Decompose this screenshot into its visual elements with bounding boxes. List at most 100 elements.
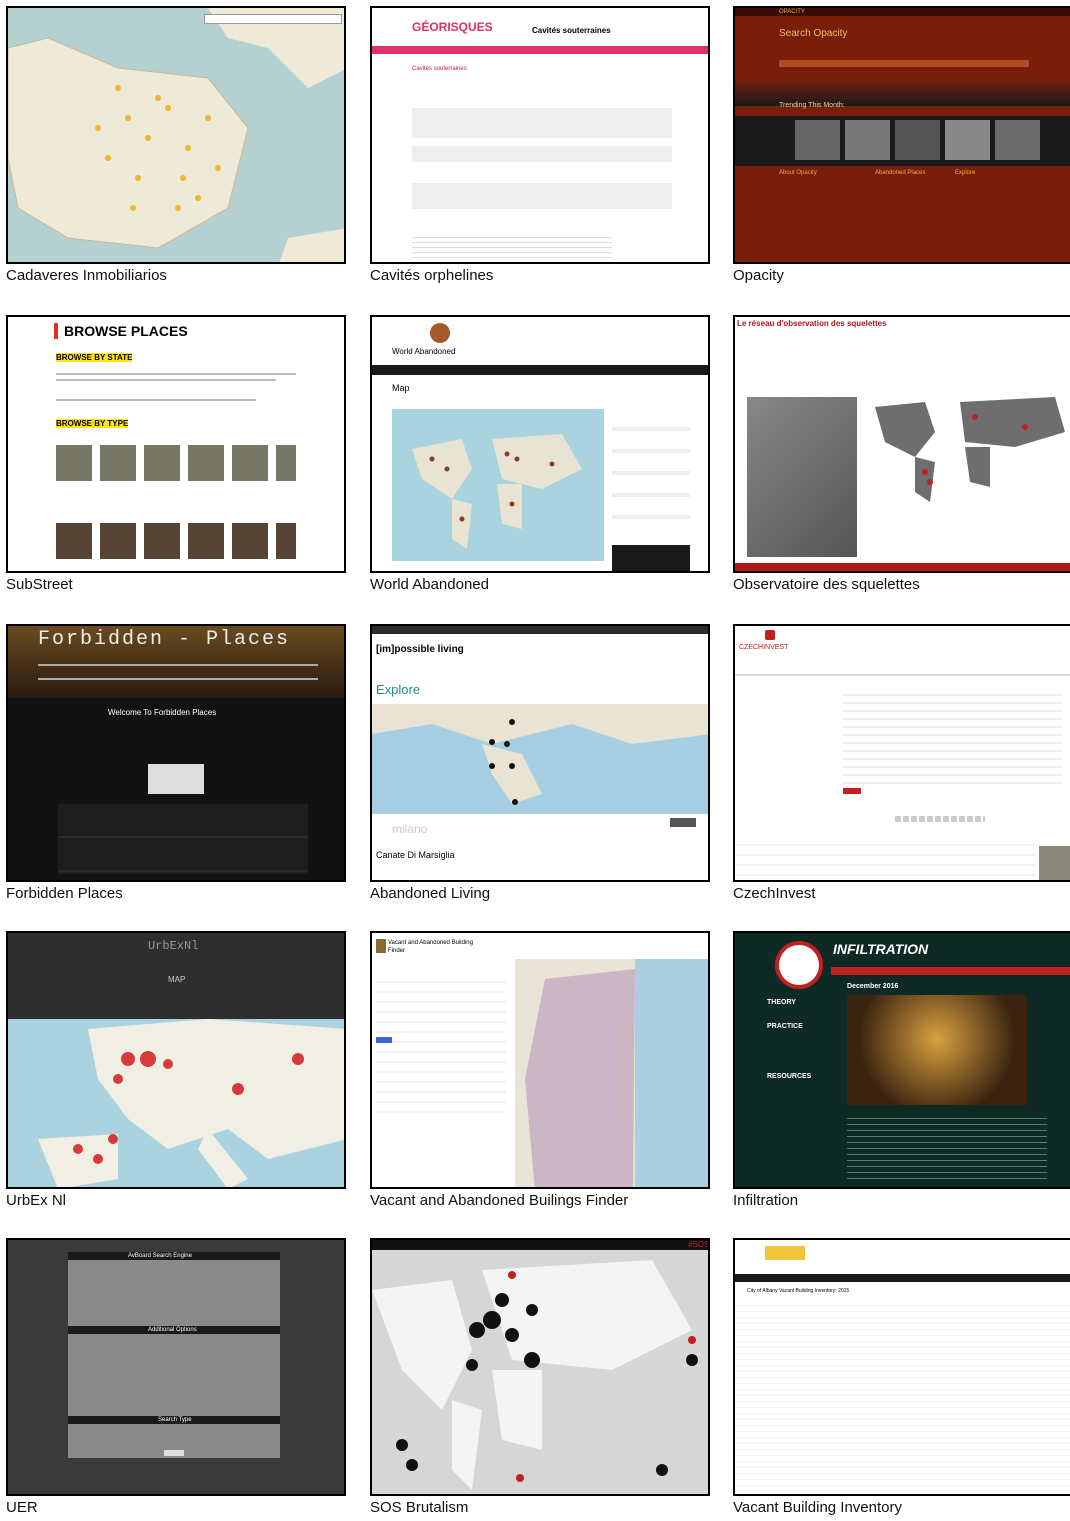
welcome-heading: Welcome To Forbidden Places <box>108 708 217 717</box>
pagination[interactable] <box>895 816 985 822</box>
nav-bar[interactable] <box>831 967 1070 975</box>
screenshot-czechinvest: CZECHINVEST <box>733 624 1070 882</box>
screenshot-abliving: [im]possible living Explore milano Canat… <box>370 624 710 882</box>
search-panel <box>412 108 672 138</box>
issue-date: December 2016 <box>847 983 899 990</box>
feature-photo <box>847 995 1027 1105</box>
browse-state-heading: BROWSE BY STATE <box>56 353 133 362</box>
building-photos <box>747 397 857 557</box>
screenshot-observatoire: Le réseau d'observation des squelettes <box>733 315 1070 573</box>
results-table <box>412 233 612 262</box>
nav-bar[interactable] <box>372 365 708 375</box>
dropdown-menu[interactable] <box>148 764 204 794</box>
page-title: BROWSE PLACES <box>64 323 188 339</box>
search-button[interactable] <box>843 788 861 794</box>
article-text <box>847 1113 1047 1183</box>
type-thumbnails-row2[interactable] <box>56 523 296 559</box>
filter-form[interactable] <box>843 688 1063 788</box>
theory-heading: THEORY <box>767 999 796 1006</box>
map-search-input[interactable] <box>204 14 342 24</box>
dataset-title: City of Albany Vacant Building Inventory… <box>747 1288 850 1294</box>
screenshot-cadaveres <box>6 6 346 264</box>
search-input[interactable] <box>779 60 1029 67</box>
mini-map <box>612 545 690 571</box>
caption: CzechInvest <box>733 885 816 902</box>
caption: Cavités orphelines <box>370 267 494 284</box>
screenshot-vacantfinder: Vacant and Abandoned Building Finder <box>370 931 710 1189</box>
caption: UrbEx Nl <box>6 1192 67 1209</box>
caption: Forbidden Places <box>6 885 123 902</box>
nav-bar[interactable] <box>372 46 708 54</box>
filter-form[interactable] <box>376 973 506 1113</box>
europe-map[interactable] <box>8 1019 344 1187</box>
caption: SOS Brutalism <box>370 1499 469 1516</box>
nav-bar[interactable] <box>735 1274 1070 1282</box>
caption: Vacant Building Inventory <box>733 1499 902 1516</box>
browse-type-heading: BROWSE BY TYPE <box>56 419 129 428</box>
type-thumbnails-row1[interactable] <box>56 445 296 481</box>
state-logo <box>765 1246 805 1260</box>
chicago-map[interactable] <box>515 959 708 1187</box>
world-map[interactable] <box>372 1250 710 1496</box>
page-title: Cavités souterraines <box>532 26 611 35</box>
about-heading: About Opacity <box>779 170 817 176</box>
hide-map-button[interactable] <box>670 818 696 827</box>
site-logo: INFILTRATION <box>833 941 929 957</box>
site-logo: [im]possible living <box>376 644 464 655</box>
search-button[interactable] <box>164 1450 184 1456</box>
screenshot-opacity: OPACITY Search Opacity Trending This Mon… <box>733 6 1070 264</box>
filter-panel <box>412 183 672 209</box>
caption: Vacant and Abandoned Builings Finder <box>370 1192 629 1209</box>
footer-bar <box>735 563 1070 571</box>
site-logo: GÉORISQUES <box>412 20 493 34</box>
screenshot-uer: AvBoard Search Engine Additional Options… <box>6 1238 346 1496</box>
explore-heading: Explore <box>376 682 421 697</box>
site-title: Vacant and Abandoned Building Finder <box>388 940 473 954</box>
caption: World Abandoned <box>370 576 489 593</box>
caption: Infiltration <box>733 1192 799 1209</box>
logo-icon <box>765 630 775 640</box>
screenshot-worldabandoned: World Abandoned Map <box>370 315 710 573</box>
search-button[interactable] <box>376 1037 392 1043</box>
world-map[interactable] <box>865 387 1070 507</box>
caption: Abandoned Living <box>370 885 491 902</box>
screenshot-cavites: GÉORISQUES Cavités souterraines Cavités … <box>370 6 710 264</box>
explore-heading: Explore <box>955 170 976 176</box>
screenshot-inventory: City of Albany Vacant Building Inventory… <box>733 1238 1070 1496</box>
location-panel <box>412 146 672 162</box>
logo-icon <box>376 939 386 953</box>
world-map[interactable] <box>392 409 604 561</box>
screenshot-forbidden: Forbidden - Places Welcome To Forbidden … <box>6 624 346 882</box>
options-heading: Additional Options <box>148 1327 197 1333</box>
caption: Cadaveres Inmobiliarios <box>6 267 167 284</box>
data-table[interactable] <box>735 1300 1070 1494</box>
screenshot-urbex: UrbExNl MAP <box>6 931 346 1189</box>
no-entry-icon <box>775 941 823 989</box>
map-view[interactable] <box>372 704 708 814</box>
search-form[interactable] <box>68 1252 280 1458</box>
top-bar <box>372 1240 708 1250</box>
site-logo: OPACITY <box>779 9 805 15</box>
popular-list[interactable] <box>612 409 690 529</box>
place-title: Canate Di Marsiglia <box>376 850 455 860</box>
places-heading: Abandoned Places <box>875 170 926 176</box>
section-title: MAP <box>168 975 186 984</box>
search-query: milano <box>392 822 428 836</box>
map-spain <box>8 8 344 262</box>
page-title: Le réseau d'observation des squelettes <box>737 319 887 328</box>
section-heading: Cavités souterraines <box>412 66 467 72</box>
caption: Opacity <box>733 267 784 284</box>
resources-heading: RESOURCES <box>767 1073 812 1080</box>
site-title: Forbidden - Places <box>38 628 291 651</box>
type-heading: Search Type <box>158 1417 192 1423</box>
screenshot-infiltration: INFILTRATION December 2016 THEORY PRACTI… <box>733 931 1070 1189</box>
globe-logo-icon <box>430 323 450 343</box>
search-heading: Search Opacity <box>779 28 848 39</box>
trending-heading: Trending This Month: <box>779 102 845 109</box>
site-tag: #SOS <box>688 1240 710 1249</box>
caption: Observatoire des squelettes <box>733 576 920 593</box>
practice-heading: PRACTICE <box>767 1023 803 1030</box>
site-logo: UrbExNl <box>148 939 199 953</box>
caption: SubStreet <box>6 576 73 593</box>
site-logo: CZECHINVEST <box>739 644 789 651</box>
